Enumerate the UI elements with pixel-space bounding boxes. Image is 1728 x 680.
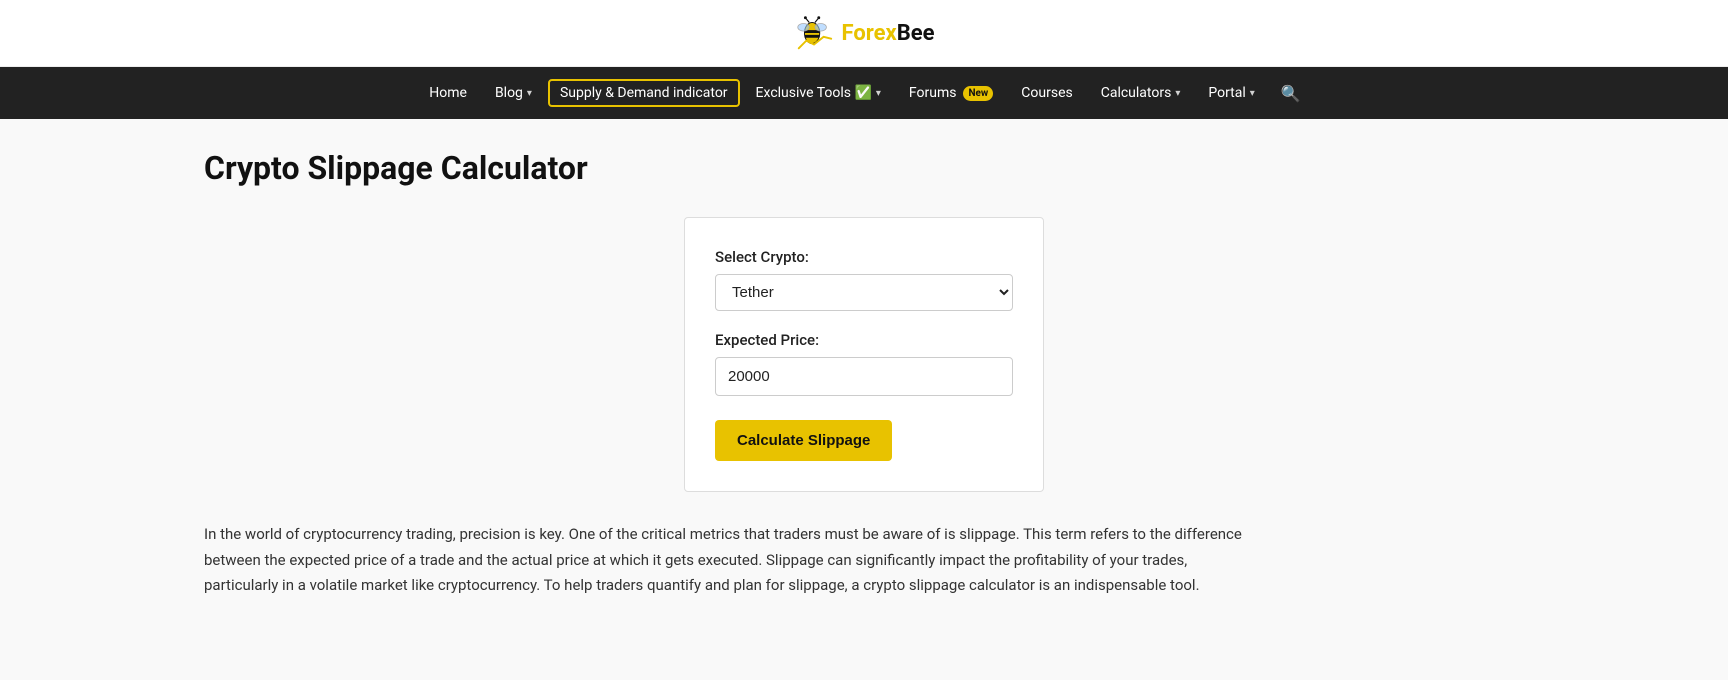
- new-badge: New: [963, 86, 993, 101]
- calculator-card: Select Crypto: Tether Bitcoin Ethereum B…: [684, 217, 1044, 492]
- page-title: Crypto Slippage Calculator: [204, 149, 1524, 187]
- logo-icon: [793, 12, 835, 54]
- site-header: ForexBee: [0, 0, 1728, 67]
- nav-exclusive-tools[interactable]: Exclusive Tools ✅ ▾: [744, 79, 893, 107]
- nav-courses[interactable]: Courses: [1009, 79, 1084, 107]
- logo-text-second: Bee: [897, 21, 935, 46]
- logo-text: ForexBee: [841, 21, 934, 46]
- chevron-down-icon: ▾: [876, 88, 881, 99]
- expected-price-input[interactable]: [715, 357, 1013, 396]
- main-content: Crypto Slippage Calculator Select Crypto…: [164, 119, 1564, 629]
- search-icon[interactable]: 🔍: [1271, 78, 1311, 109]
- chevron-down-icon: ▾: [1175, 88, 1180, 99]
- nav-calculators[interactable]: Calculators ▾: [1089, 79, 1193, 107]
- nav-home[interactable]: Home: [417, 79, 479, 107]
- price-label: Expected Price:: [715, 331, 1013, 349]
- logo[interactable]: ForexBee: [793, 12, 934, 54]
- nav-forums[interactable]: Forums New: [897, 79, 1005, 107]
- calculate-slippage-button[interactable]: Calculate Slippage: [715, 420, 892, 461]
- select-crypto-label: Select Crypto:: [715, 248, 1013, 266]
- main-nav: Home Blog ▾ Supply & Demand indicator Ex…: [0, 67, 1728, 119]
- logo-text-first: Forex: [841, 21, 896, 46]
- chevron-down-icon: ▾: [527, 88, 532, 99]
- description-text: In the world of cryptocurrency trading, …: [204, 522, 1244, 599]
- nav-supply-demand[interactable]: Supply & Demand indicator: [548, 79, 740, 107]
- chevron-down-icon: ▾: [1250, 88, 1255, 99]
- crypto-select[interactable]: Tether Bitcoin Ethereum Binance Coin Car…: [715, 274, 1013, 311]
- nav-portal[interactable]: Portal ▾: [1196, 79, 1266, 107]
- nav-blog[interactable]: Blog ▾: [483, 79, 544, 107]
